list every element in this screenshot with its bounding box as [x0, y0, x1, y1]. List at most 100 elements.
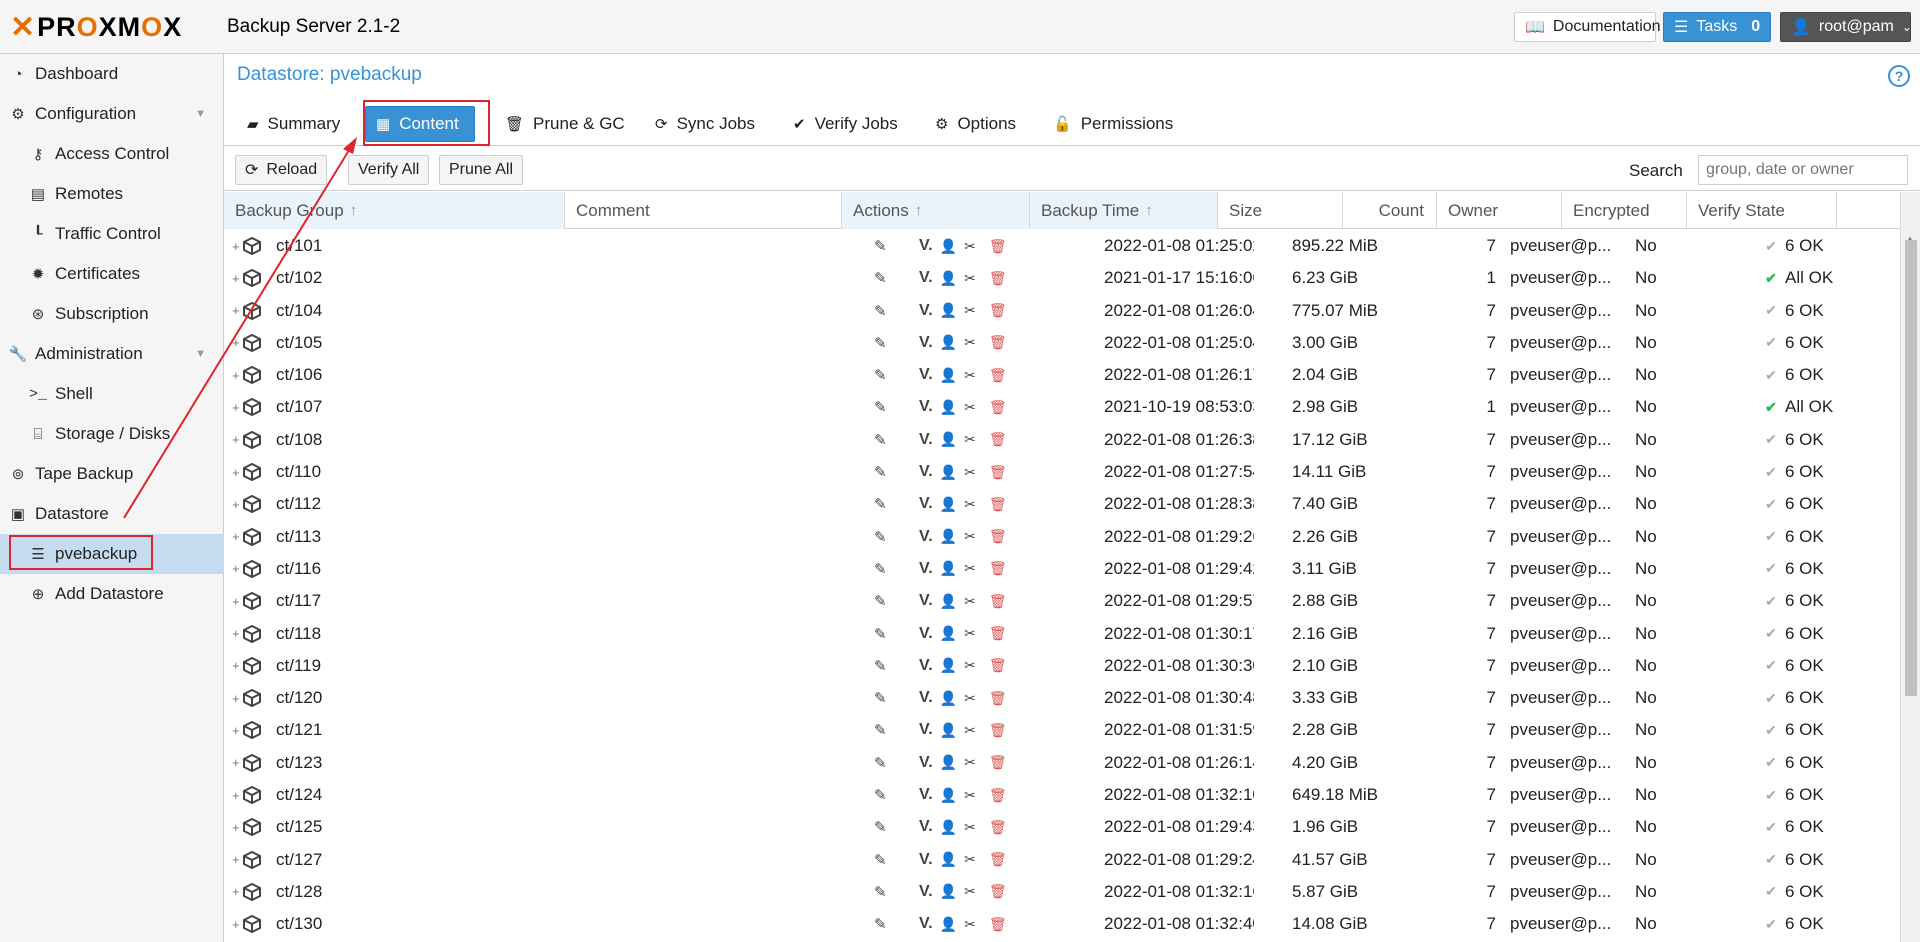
- expand-toggle-icon[interactable]: +: [232, 876, 242, 908]
- column-header-backup-group[interactable]: Backup Group ↑: [224, 192, 565, 229]
- column-header-backup-time[interactable]: Backup Time ↑: [1030, 192, 1218, 229]
- edit-pencil-icon[interactable]: ✎: [874, 295, 898, 327]
- scrollbar-thumb[interactable]: [1905, 240, 1917, 696]
- edit-pencil-icon[interactable]: ✎: [874, 844, 898, 876]
- change-owner-user-icon[interactable]: 👤: [940, 496, 957, 513]
- change-owner-user-icon[interactable]: 👤: [940, 560, 957, 577]
- verify-action-icon[interactable]: V.: [919, 528, 933, 546]
- tab-verify-jobs[interactable]: ✔ Verify Jobs: [783, 106, 908, 142]
- change-owner-user-icon[interactable]: 👤: [940, 399, 957, 416]
- prune-scissors-icon[interactable]: ✂: [964, 883, 976, 900]
- expand-toggle-icon[interactable]: +: [232, 618, 242, 650]
- verify-action-icon[interactable]: V.: [919, 851, 933, 869]
- expand-toggle-icon[interactable]: +: [232, 456, 242, 488]
- verify-action-icon[interactable]: V.: [919, 657, 933, 675]
- table-row[interactable]: + ct/107 ✎ V. 👤 ✂ 🗑 2021-10-19 08:53:03 2.98 GiB…: [224, 391, 1900, 423]
- edit-pencil-icon[interactable]: ✎: [874, 359, 898, 391]
- expand-toggle-icon[interactable]: +: [232, 714, 242, 746]
- delete-trash-icon[interactable]: 🗑: [989, 722, 1007, 739]
- delete-trash-icon[interactable]: 🗑: [989, 657, 1007, 674]
- edit-pencil-icon[interactable]: ✎: [874, 747, 898, 779]
- verify-action-icon[interactable]: V.: [919, 398, 933, 416]
- help-icon[interactable]: ?: [1888, 65, 1910, 87]
- verify-action-icon[interactable]: V.: [919, 754, 933, 772]
- verify-action-icon[interactable]: V.: [919, 269, 933, 287]
- column-header-size[interactable]: Size: [1218, 192, 1343, 229]
- expand-toggle-icon[interactable]: +: [232, 295, 242, 327]
- prune-all-button[interactable]: Prune All: [439, 155, 524, 185]
- expand-toggle-icon[interactable]: +: [232, 811, 242, 843]
- prune-scissors-icon[interactable]: ✂: [964, 690, 976, 707]
- verify-action-icon[interactable]: V.: [919, 592, 933, 610]
- change-owner-user-icon[interactable]: 👤: [940, 787, 957, 804]
- verify-action-icon[interactable]: V.: [919, 625, 933, 643]
- expand-toggle-icon[interactable]: +: [232, 424, 242, 456]
- sidebar-item-access-control[interactable]: ⚷ Access Control: [0, 134, 224, 174]
- edit-pencil-icon[interactable]: ✎: [874, 391, 898, 423]
- delete-trash-icon[interactable]: 🗑: [989, 302, 1007, 319]
- tab-options[interactable]: ⚙ Options: [925, 106, 1026, 142]
- edit-pencil-icon[interactable]: ✎: [874, 618, 898, 650]
- change-owner-user-icon[interactable]: 👤: [940, 851, 957, 868]
- change-owner-user-icon[interactable]: 👤: [940, 819, 957, 836]
- table-row[interactable]: + ct/119 ✎ V. 👤 ✂ 🗑 2022-01-08 01:30:30 2.10 GiB…: [224, 650, 1900, 682]
- sidebar-item-tape-backup[interactable]: ⊚ Tape Backup: [0, 454, 224, 494]
- prune-scissors-icon[interactable]: ✂: [964, 787, 976, 804]
- column-header-count[interactable]: Count: [1343, 192, 1437, 229]
- change-owner-user-icon[interactable]: 👤: [940, 367, 957, 384]
- edit-pencil-icon[interactable]: ✎: [874, 424, 898, 456]
- prune-scissors-icon[interactable]: ✂: [964, 270, 976, 287]
- delete-trash-icon[interactable]: 🗑: [989, 399, 1007, 416]
- edit-pencil-icon[interactable]: ✎: [874, 908, 898, 940]
- table-row[interactable]: + ct/130 ✎ V. 👤 ✂ 🗑 2022-01-08 01:32:40 14.08 Gi…: [224, 908, 1900, 940]
- edit-pencil-icon[interactable]: ✎: [874, 521, 898, 553]
- table-row[interactable]: + ct/116 ✎ V. 👤 ✂ 🗑 2022-01-08 01:29:42 3.11 GiB…: [224, 553, 1900, 585]
- verify-action-icon[interactable]: V.: [919, 560, 933, 578]
- edit-pencil-icon[interactable]: ✎: [874, 262, 898, 294]
- table-row[interactable]: + ct/117 ✎ V. 👤 ✂ 🗑 2022-01-08 01:29:57 2.88 GiB…: [224, 585, 1900, 617]
- verify-action-icon[interactable]: V.: [919, 302, 933, 320]
- vertical-scrollbar[interactable]: ▲: [1900, 192, 1920, 942]
- sidebar-item-subscription[interactable]: ⊛ Subscription: [0, 294, 224, 334]
- delete-trash-icon[interactable]: 🗑: [989, 916, 1007, 933]
- delete-trash-icon[interactable]: 🗑: [989, 851, 1007, 868]
- column-header-actions[interactable]: Actions ↑: [842, 192, 1030, 229]
- table-row[interactable]: + ct/123 ✎ V. 👤 ✂ 🗑 2022-01-08 01:26:14 4.20 GiB…: [224, 747, 1900, 779]
- prune-scissors-icon[interactable]: ✂: [964, 464, 976, 481]
- change-owner-user-icon[interactable]: 👤: [940, 238, 957, 255]
- verify-action-icon[interactable]: V.: [919, 366, 933, 384]
- edit-pencil-icon[interactable]: ✎: [874, 327, 898, 359]
- prune-scissors-icon[interactable]: ✂: [964, 238, 976, 255]
- table-row[interactable]: + ct/118 ✎ V. 👤 ✂ 🗑 2022-01-08 01:30:17 2.16 GiB…: [224, 618, 1900, 650]
- edit-pencil-icon[interactable]: ✎: [874, 488, 898, 520]
- delete-trash-icon[interactable]: 🗑: [989, 496, 1007, 513]
- edit-pencil-icon[interactable]: ✎: [874, 714, 898, 746]
- prune-scissors-icon[interactable]: ✂: [964, 722, 976, 739]
- expand-toggle-icon[interactable]: +: [232, 553, 242, 585]
- verify-action-icon[interactable]: V.: [919, 786, 933, 804]
- change-owner-user-icon[interactable]: 👤: [940, 883, 957, 900]
- prune-scissors-icon[interactable]: ✂: [964, 851, 976, 868]
- delete-trash-icon[interactable]: 🗑: [989, 431, 1007, 448]
- search-input[interactable]: [1698, 155, 1908, 185]
- column-header-owner[interactable]: Owner: [1437, 192, 1562, 229]
- column-header-verify-state[interactable]: Verify State: [1687, 192, 1837, 229]
- delete-trash-icon[interactable]: 🗑: [989, 464, 1007, 481]
- prune-scissors-icon[interactable]: ✂: [964, 657, 976, 674]
- table-row[interactable]: + ct/112 ✎ V. 👤 ✂ 🗑 2022-01-08 01:28:38 7.40 GiB…: [224, 488, 1900, 520]
- delete-trash-icon[interactable]: 🗑: [989, 528, 1007, 545]
- delete-trash-icon[interactable]: 🗑: [989, 238, 1007, 255]
- delete-trash-icon[interactable]: 🗑: [989, 334, 1007, 351]
- sidebar-item-dashboard[interactable]: ◔ Dashboard: [0, 54, 224, 94]
- verify-action-icon[interactable]: V.: [919, 237, 933, 255]
- expand-toggle-icon[interactable]: +: [232, 585, 242, 617]
- sidebar-item-remotes[interactable]: ▤ Remotes: [0, 174, 224, 214]
- expand-toggle-icon[interactable]: +: [232, 747, 242, 779]
- column-header-encrypted[interactable]: Encrypted: [1562, 192, 1687, 229]
- sidebar-item-shell[interactable]: >_ Shell: [0, 374, 224, 414]
- expand-toggle-icon[interactable]: +: [232, 521, 242, 553]
- edit-pencil-icon[interactable]: ✎: [874, 779, 898, 811]
- tasks-button[interactable]: ☰ Tasks 0: [1663, 12, 1771, 42]
- prune-scissors-icon[interactable]: ✂: [964, 367, 976, 384]
- table-row[interactable]: + ct/113 ✎ V. 👤 ✂ 🗑 2022-01-08 01:29:26 2.26 GiB…: [224, 521, 1900, 553]
